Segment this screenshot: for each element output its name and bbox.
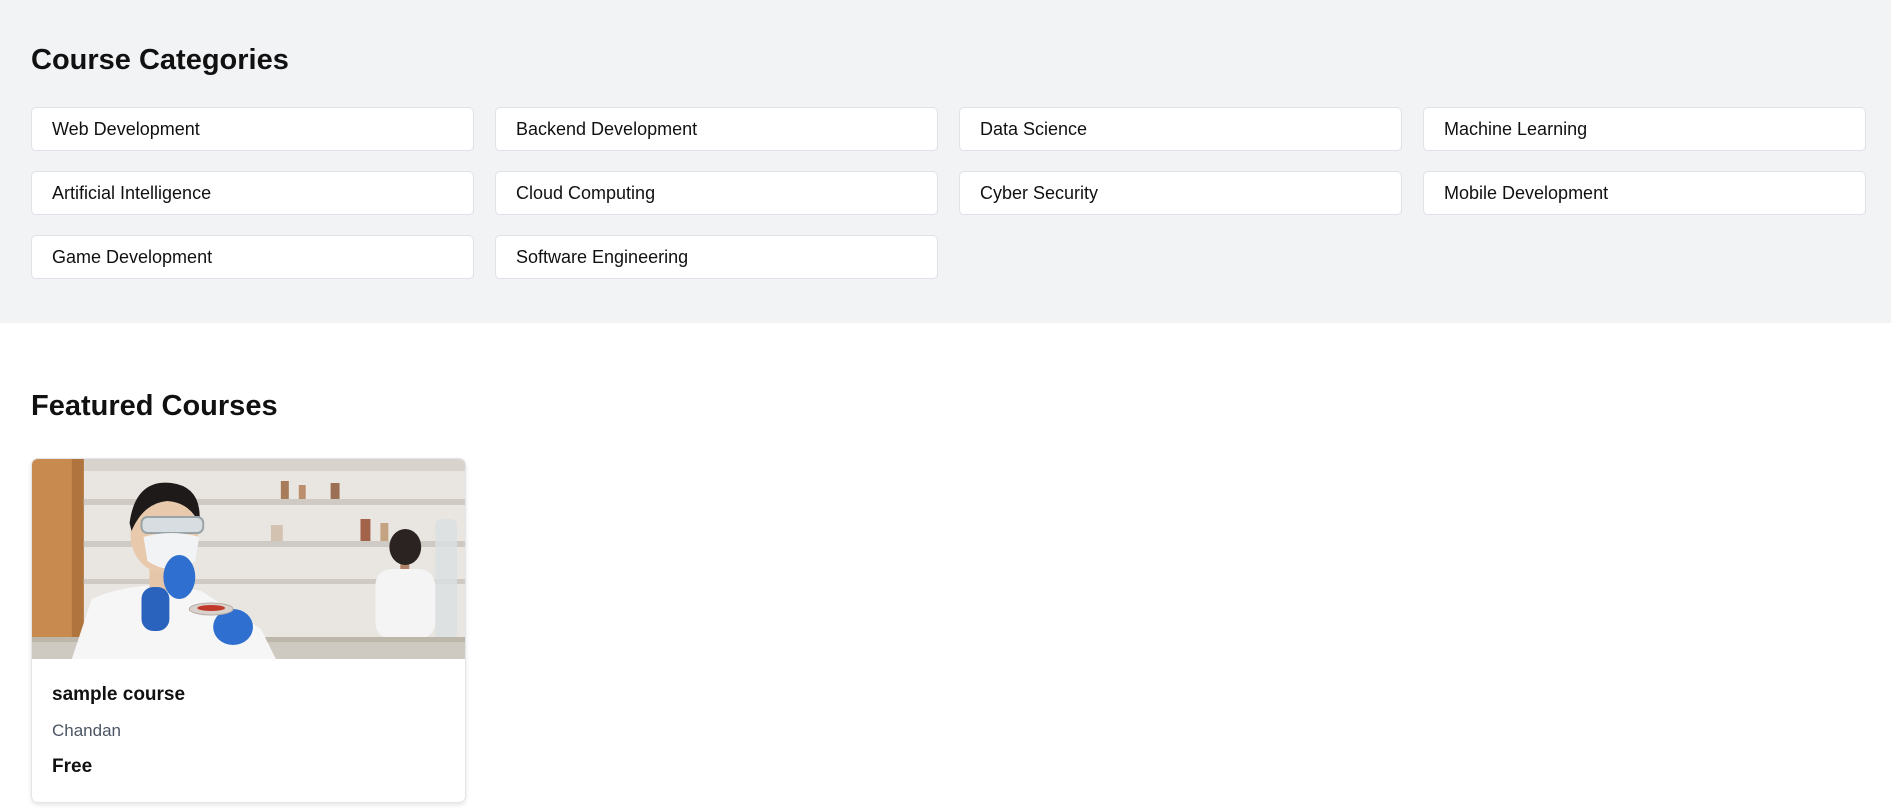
course-title[interactable]: sample course [52, 683, 445, 707]
course-author: Chandan [52, 721, 122, 740]
categories-heading: Course Categories [31, 44, 289, 76]
course-thumbnail-image [32, 459, 465, 659]
category-backend-development[interactable]: Backend Development [495, 107, 938, 151]
course-card-body: sample course Chandan Free [32, 659, 465, 779]
category-cloud-computing[interactable]: Cloud Computing [495, 171, 938, 215]
category-data-science[interactable]: Data Science [959, 107, 1402, 151]
category-software-engineering[interactable]: Software Engineering [495, 235, 938, 279]
featured-courses-section: Featured Courses sample course Chandan F… [0, 323, 1891, 803]
category-web-development[interactable]: Web Development [31, 107, 474, 151]
featured-heading: Featured Courses [31, 390, 278, 422]
category-cyber-security[interactable]: Cyber Security [959, 171, 1402, 215]
category-mobile-development[interactable]: Mobile Development [1423, 171, 1866, 215]
course-price: Free [52, 756, 93, 777]
category-artificial-intelligence[interactable]: Artificial Intelligence [31, 171, 474, 215]
course-card[interactable]: sample course Chandan Free [31, 458, 466, 803]
categories-grid: Web Development Backend Development Data… [31, 107, 1866, 279]
category-game-development[interactable]: Game Development [31, 235, 474, 279]
course-categories-section: Course Categories Web Development Backen… [0, 0, 1891, 323]
category-machine-learning[interactable]: Machine Learning [1423, 107, 1866, 151]
